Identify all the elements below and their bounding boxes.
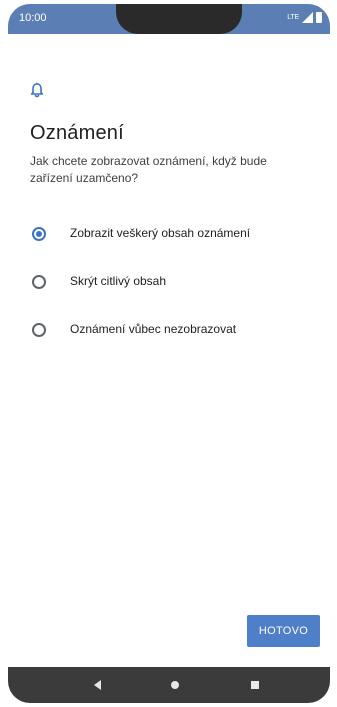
done-button[interactable]: HOTOVO (247, 615, 320, 647)
option-show-all[interactable]: Zobrazit veškerý obsah oznámení (8, 224, 330, 248)
back-icon[interactable] (94, 680, 101, 690)
bell-icon (30, 82, 44, 98)
battery-icon (316, 12, 322, 23)
status-bar: 10:00 LTE (8, 4, 330, 34)
recents-icon[interactable] (251, 681, 259, 689)
option-label: Skrýt citlivý obsah (70, 274, 167, 288)
radio-button-selected[interactable] (32, 227, 46, 241)
status-icons: LTE (287, 12, 322, 23)
lock-screen-options: Zobrazit veškerý obsah oznámení Skrýt ci… (8, 224, 330, 368)
page-title: Oznámení (30, 122, 124, 144)
signal-icon (302, 12, 313, 23)
option-hide-sensitive[interactable]: Skrýt citlivý obsah (8, 272, 330, 296)
home-icon[interactable] (171, 681, 179, 689)
option-label: Zobrazit veškerý obsah oznámení (70, 226, 251, 240)
page-subtitle: Jak chcete zobrazovat oznámení, když bud… (30, 154, 267, 185)
radio-button[interactable] (32, 275, 46, 289)
navigation-bar (8, 667, 330, 703)
option-label: Oznámení vůbec nezobrazovat (70, 322, 237, 336)
camera-notch (116, 4, 242, 34)
lte-indicator: LTE (287, 14, 299, 21)
option-hide-all[interactable]: Oznámení vůbec nezobrazovat (8, 320, 330, 344)
phone-screen: 10:00 LTE Oznámení Jak chcete zobrazovat… (8, 4, 330, 703)
status-time: 10:00 (19, 12, 47, 24)
radio-button[interactable] (32, 323, 46, 337)
